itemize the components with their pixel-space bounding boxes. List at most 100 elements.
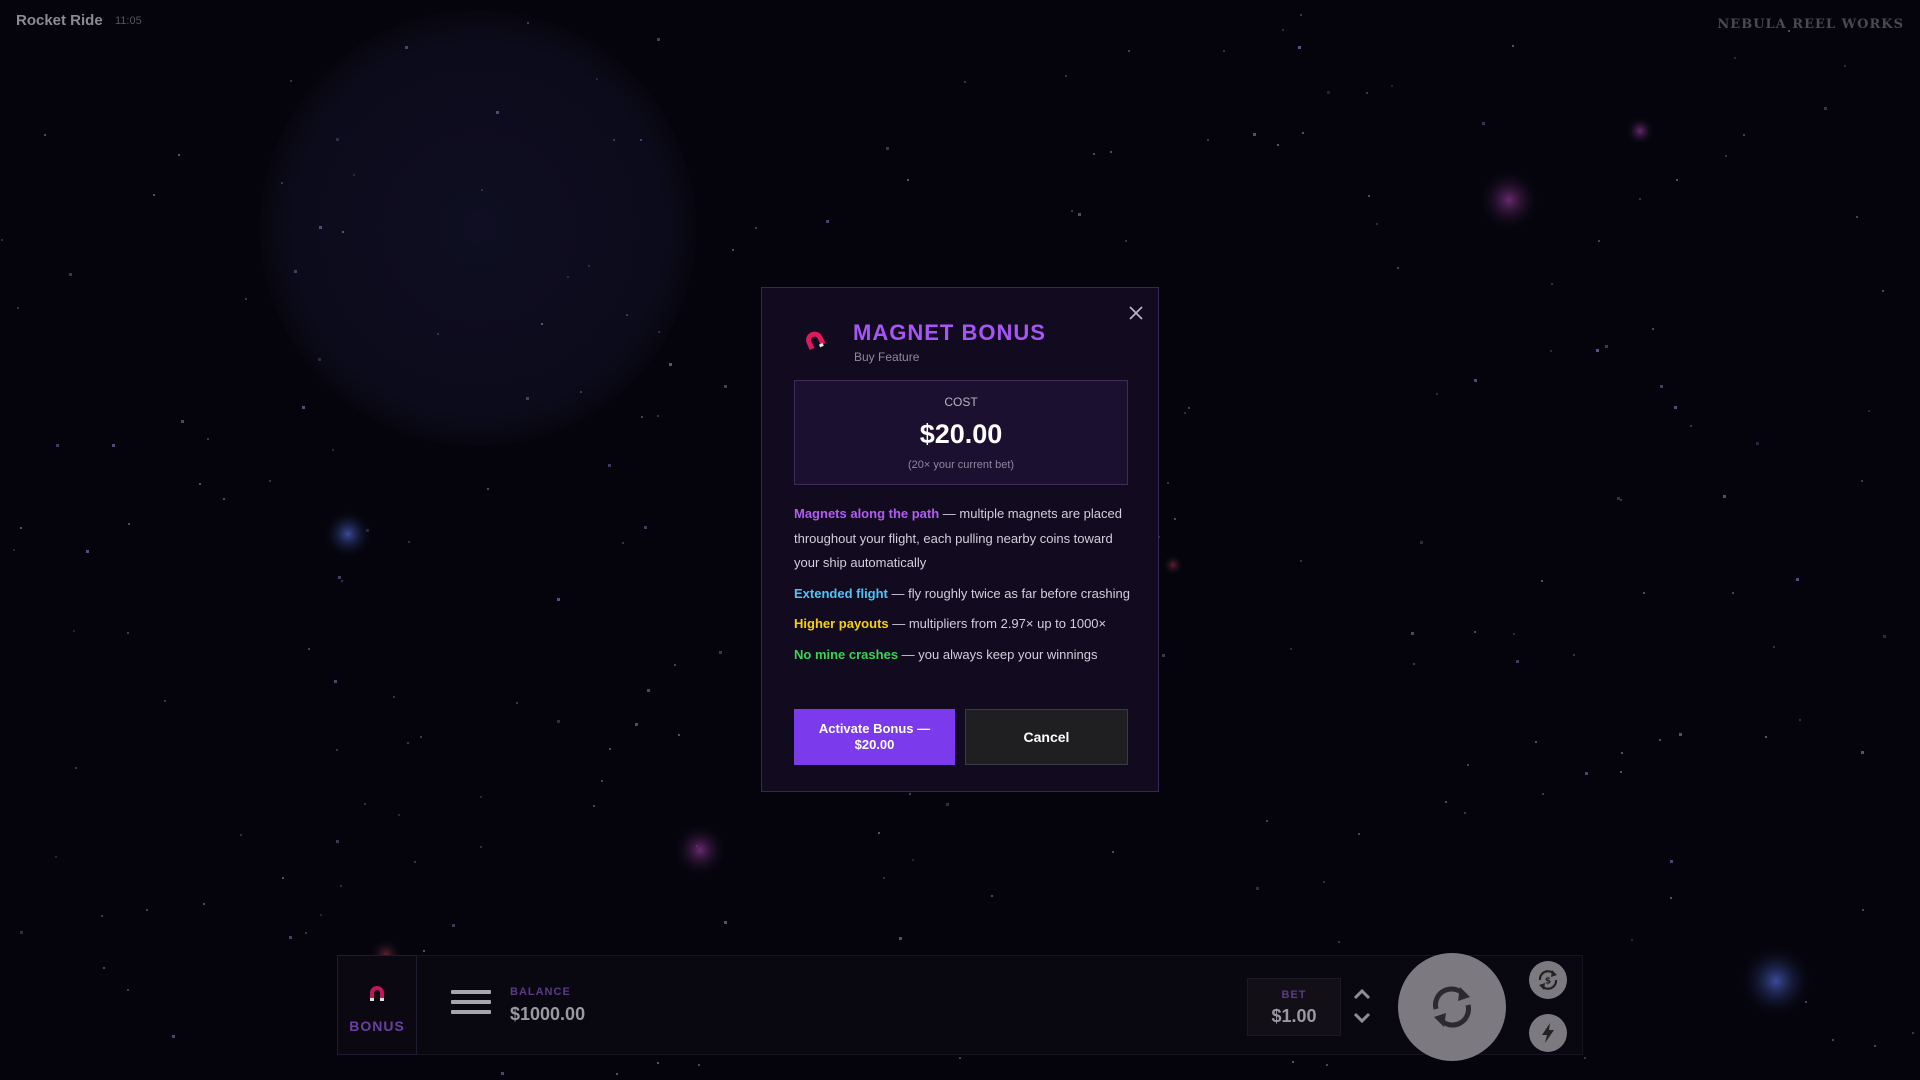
star [69, 273, 72, 276]
star [308, 648, 310, 650]
star [1756, 442, 1759, 445]
star [1474, 631, 1476, 633]
turbo-button[interactable] [1529, 1014, 1567, 1052]
star [20, 527, 22, 529]
star [240, 834, 242, 836]
star [1620, 499, 1622, 501]
star [1300, 14, 1302, 16]
star [959, 1057, 961, 1059]
star [724, 921, 727, 924]
star [407, 742, 409, 744]
star [1323, 881, 1325, 883]
spin-button[interactable] [1398, 953, 1506, 1061]
star [1652, 328, 1654, 330]
star [658, 331, 660, 333]
star [826, 220, 829, 223]
star [1679, 733, 1682, 736]
star [398, 814, 400, 816]
bet-value: $1.00 [1271, 1006, 1317, 1026]
chevron-down-icon[interactable] [1352, 1011, 1372, 1025]
star [1659, 739, 1661, 741]
chevron-up-icon[interactable] [1352, 987, 1372, 1001]
star [567, 276, 569, 278]
star [1326, 1064, 1328, 1066]
star [146, 909, 148, 911]
star [1065, 75, 1067, 77]
modal-title: MAGNET BONUS [853, 320, 1046, 345]
turbo-icon [1542, 1023, 1554, 1043]
star [644, 526, 647, 529]
star [1327, 91, 1330, 94]
star [1358, 833, 1360, 835]
star [1674, 406, 1677, 409]
star [487, 488, 489, 490]
star [437, 333, 439, 335]
star [641, 416, 643, 418]
star [1643, 592, 1645, 594]
star [13, 549, 15, 551]
star [340, 885, 342, 887]
star [1824, 107, 1827, 110]
star [223, 498, 225, 500]
star [319, 226, 322, 229]
star [101, 915, 103, 917]
star [405, 46, 408, 49]
autoplay-button[interactable]: $ [1529, 961, 1567, 999]
star [1861, 751, 1864, 754]
activate-bonus-button[interactable]: Activate Bonus — $20.00 [794, 709, 955, 765]
cost-note: (20× your current bet) [907, 459, 1015, 471]
star [1832, 1039, 1834, 1041]
planet-decoration [260, 10, 696, 446]
feature-text: — multipliers from 2.97× up to 1000× [888, 616, 1107, 631]
star [1584, 1057, 1586, 1059]
star [341, 580, 343, 582]
star [1125, 240, 1127, 242]
star [878, 832, 880, 834]
star [1550, 350, 1552, 352]
star [496, 111, 499, 114]
star [1743, 134, 1745, 136]
star [103, 967, 105, 969]
star [1112, 851, 1114, 853]
star [1670, 860, 1673, 863]
star [909, 793, 911, 795]
star [320, 914, 322, 916]
star [1110, 151, 1112, 153]
bonus-button[interactable]: BONUS [337, 955, 417, 1055]
star [613, 139, 615, 141]
feature-text: — fly roughly twice as far before crashi… [887, 585, 1130, 601]
menu-icon [451, 990, 491, 994]
star [1670, 897, 1672, 899]
cost-value: $20.00 [919, 419, 1003, 449]
cancel-button[interactable]: Cancel [965, 709, 1128, 765]
star [1639, 198, 1641, 200]
star [1551, 283, 1553, 285]
star [17, 307, 19, 309]
menu-button[interactable] [451, 990, 491, 1022]
star [480, 796, 482, 798]
star [899, 937, 902, 940]
game-stage: Rocket Ride 11:05 NEBULA REEL WORKS BONU… [0, 0, 1920, 1080]
star [1868, 410, 1870, 412]
star [181, 420, 184, 423]
star [1882, 290, 1884, 292]
star [647, 689, 650, 692]
balance-label: BALANCE [510, 986, 571, 998]
star [245, 298, 247, 300]
star [318, 358, 321, 361]
star [281, 182, 283, 184]
star [1690, 425, 1692, 427]
star [305, 932, 307, 934]
star [1223, 50, 1225, 52]
star [1856, 216, 1858, 218]
star [640, 139, 642, 141]
close-icon[interactable] [1126, 303, 1146, 323]
star [1796, 578, 1799, 581]
star [55, 856, 57, 858]
star [1184, 412, 1186, 414]
star [1734, 57, 1736, 59]
star [1541, 580, 1543, 582]
star [557, 720, 560, 723]
star [719, 651, 722, 654]
star [1598, 240, 1600, 242]
